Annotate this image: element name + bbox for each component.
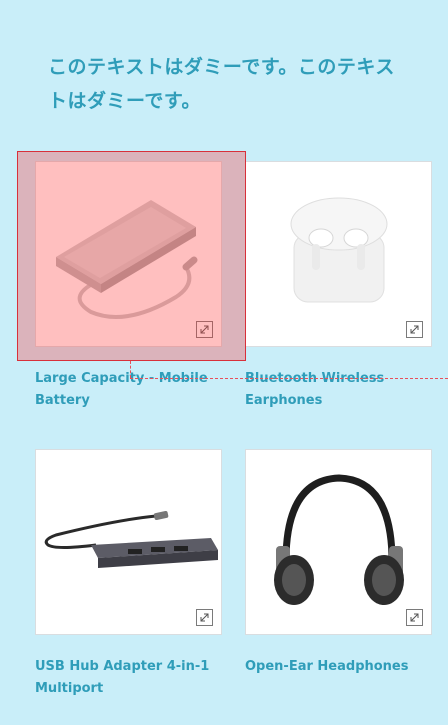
headphones-image bbox=[246, 450, 431, 634]
expand-button[interactable] bbox=[406, 609, 423, 626]
power-bank-image bbox=[36, 162, 221, 346]
product-card-usb-hub[interactable] bbox=[35, 449, 222, 635]
guide-line-vertical bbox=[130, 361, 131, 378]
guide-line-horizontal bbox=[130, 378, 448, 379]
earbuds-image bbox=[246, 162, 431, 346]
expand-button[interactable] bbox=[406, 321, 423, 338]
expand-icon bbox=[410, 325, 419, 334]
product-card-headphones[interactable] bbox=[245, 449, 432, 635]
section-heading: このテキストはダミーです。このテキストはダミーです。 bbox=[48, 56, 395, 112]
usb-hub-image bbox=[36, 450, 221, 634]
product-title-usb-hub[interactable]: USB Hub Adapter 4-in-1 Multiport bbox=[35, 656, 225, 700]
expand-button[interactable] bbox=[196, 609, 213, 626]
product-title-wireless-earphones[interactable]: Bluetooth Wireless Earphones bbox=[245, 368, 435, 412]
expand-icon bbox=[410, 613, 419, 622]
expand-button[interactable] bbox=[196, 321, 213, 338]
product-card-wireless-earphones[interactable] bbox=[245, 161, 432, 347]
expand-icon bbox=[200, 325, 209, 334]
product-card-mobile-battery[interactable] bbox=[35, 161, 222, 347]
expand-icon bbox=[200, 613, 209, 622]
product-title-headphones[interactable]: Open-Ear Headphones bbox=[245, 656, 435, 678]
product-section: このテキストはダミーです。このテキストはダミーです。 Large Capacit… bbox=[0, 0, 448, 725]
